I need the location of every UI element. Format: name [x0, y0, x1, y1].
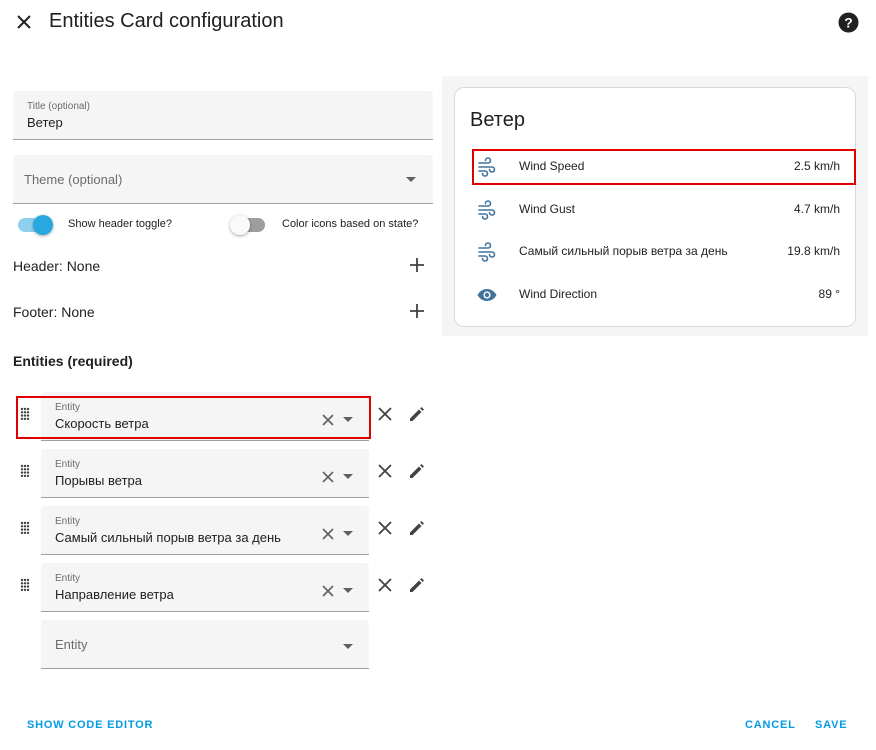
- weather-windy-icon: [478, 242, 496, 262]
- title-field-value: Ветер: [27, 115, 63, 130]
- clear-icon[interactable]: [321, 470, 335, 484]
- cancel-button[interactable]: CANCEL: [745, 719, 796, 731]
- entity-select-value: Порывы ветра: [55, 473, 142, 488]
- entity-select-label: Entity: [55, 516, 81, 527]
- remove-entity-close-icon[interactable]: [376, 519, 394, 537]
- new-entity-placeholder: Entity: [55, 637, 88, 652]
- header-label: Header: None: [13, 258, 101, 274]
- add-header-plus-icon[interactable]: [409, 257, 425, 273]
- remove-entity-close-icon[interactable]: [376, 576, 394, 594]
- drag-handle-icon[interactable]: [20, 464, 30, 478]
- entity-name: Самый сильный порыв ветра за день: [519, 244, 728, 258]
- show-header-toggle[interactable]: [18, 215, 53, 235]
- edit-pencil-icon[interactable]: [408, 519, 426, 537]
- edit-pencil-icon[interactable]: [408, 405, 426, 423]
- remove-entity-close-icon[interactable]: [376, 462, 394, 480]
- dialog-header: Entities Card configuration ?: [0, 0, 876, 46]
- remove-entity-close-icon[interactable]: [376, 405, 394, 423]
- chevron-down-icon[interactable]: [343, 644, 353, 649]
- title-field[interactable]: Title (optional) Ветер: [13, 91, 433, 140]
- weather-windy-icon: [478, 200, 496, 220]
- edit-pencil-icon[interactable]: [408, 576, 426, 594]
- color-icons-toggle-label: Color icons based on state?: [282, 218, 419, 230]
- chevron-down-icon[interactable]: [343, 531, 353, 536]
- entities-card-preview: Ветер Wind Speed 2.5 km/h Wind Gust 4.7 …: [454, 87, 856, 327]
- color-icons-toggle[interactable]: [230, 215, 265, 235]
- card-row-wind-direction[interactable]: Wind Direction 89 °: [455, 277, 855, 313]
- chevron-down-icon[interactable]: [343, 474, 353, 479]
- entity-state: 89 °: [818, 287, 840, 301]
- close-icon[interactable]: [14, 12, 34, 32]
- show-code-editor-button[interactable]: SHOW CODE EDITOR: [27, 719, 153, 731]
- entity-select-value: Направление ветра: [55, 587, 174, 602]
- entity-name: Wind Direction: [519, 287, 598, 301]
- entity-select-value: Самый сильный порыв ветра за день: [55, 530, 281, 545]
- drag-handle-icon[interactable]: [20, 578, 30, 592]
- theme-select-placeholder: Theme (optional): [24, 172, 123, 187]
- clear-icon[interactable]: [321, 527, 335, 541]
- entity-name: Wind Gust: [519, 202, 576, 216]
- help-icon[interactable]: ?: [838, 12, 859, 33]
- chevron-down-icon: [406, 177, 416, 182]
- preview-row-highlight-box: [472, 149, 856, 185]
- entity-state: 19.8 km/h: [787, 244, 840, 258]
- entities-section-title: Entities (required): [13, 353, 133, 369]
- footer-label: Footer: None: [13, 304, 95, 320]
- title-field-label: Title (optional): [27, 101, 90, 112]
- card-row-max-gust[interactable]: Самый сильный порыв ветра за день 19.8 k…: [455, 234, 855, 270]
- card-row-wind-gust[interactable]: Wind Gust 4.7 km/h: [455, 192, 855, 228]
- entity-highlight-box: [16, 396, 371, 439]
- edit-pencil-icon[interactable]: [408, 462, 426, 480]
- eye-icon: [477, 289, 497, 301]
- entity-select-3[interactable]: Entity Самый сильный порыв ветра за день: [41, 506, 369, 555]
- new-entity-select[interactable]: Entity: [41, 620, 369, 669]
- card-title: Ветер: [470, 109, 525, 131]
- chevron-down-icon[interactable]: [343, 588, 353, 593]
- entity-state: 4.7 km/h: [793, 202, 840, 216]
- add-footer-plus-icon[interactable]: [409, 303, 425, 319]
- drag-handle-icon[interactable]: [20, 521, 30, 535]
- entity-select-label: Entity: [55, 459, 81, 470]
- theme-select[interactable]: Theme (optional): [13, 155, 433, 204]
- entity-select-4[interactable]: Entity Направление ветра: [41, 563, 369, 612]
- dialog-title: Entities Card configuration: [49, 10, 284, 32]
- entity-select-2[interactable]: Entity Порывы ветра: [41, 449, 369, 498]
- entity-select-label: Entity: [55, 573, 81, 584]
- clear-icon[interactable]: [321, 584, 335, 598]
- svg-text:?: ?: [844, 15, 853, 31]
- show-header-toggle-label: Show header toggle?: [68, 218, 172, 230]
- save-button[interactable]: SAVE: [815, 719, 847, 731]
